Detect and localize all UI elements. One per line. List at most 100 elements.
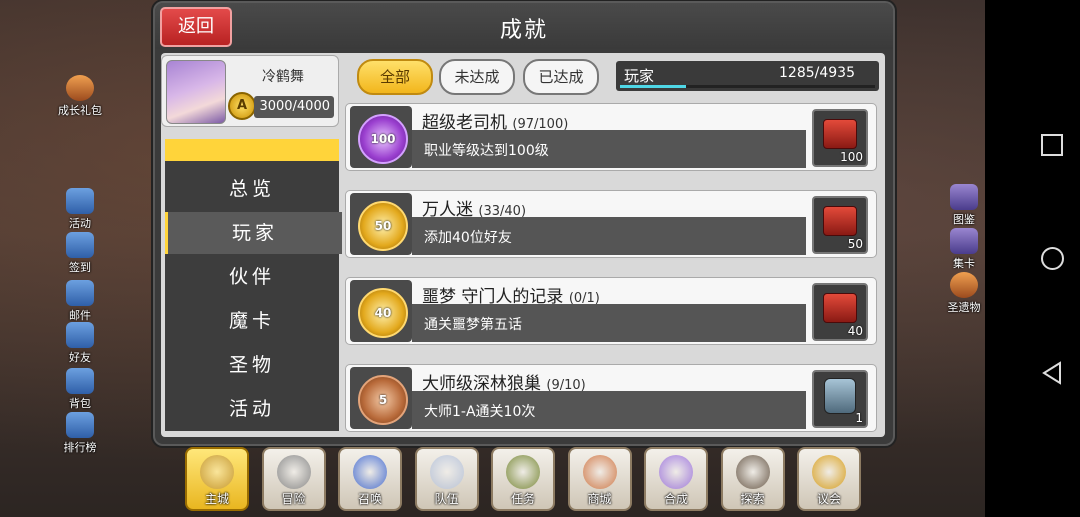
nav-shop-button[interactable]: 商城	[567, 447, 632, 511]
nav-council-button[interactable]: 议会	[797, 447, 861, 511]
synthesis-icon	[659, 455, 693, 489]
council-icon	[812, 455, 846, 489]
chest-icon	[823, 206, 857, 236]
achievement-row[interactable]: 5 大师级深林狼巢 (9/10) 大师1-A通关10次 1	[345, 364, 877, 432]
menu-item[interactable]: 活动	[165, 388, 339, 430]
reward-slot[interactable]: 100	[812, 109, 868, 167]
category-menu: 总览 玩家 伙伴 魔卡 圣物 活动	[165, 139, 342, 431]
side-codex-button[interactable]: 图鉴	[936, 184, 992, 227]
nav-team-button[interactable]: 队伍	[414, 447, 479, 511]
progress-label: 玩家	[624, 67, 655, 85]
medal-icon: 40	[350, 280, 412, 342]
side-label: 背包	[69, 397, 91, 410]
shop-icon	[582, 455, 617, 489]
side-relic-button[interactable]: 圣遗物	[936, 272, 992, 315]
avatar[interactable]	[166, 60, 226, 124]
medal-icon: 50	[350, 193, 412, 255]
nav-label: 探索	[740, 492, 765, 506]
card-icon	[950, 228, 978, 254]
reward-slot[interactable]: 40	[812, 283, 868, 341]
reward-quantity: 40	[847, 324, 863, 338]
bottom-nav: 主城 冒险 召唤 队伍 任务 商城 合成 探索 议会	[185, 447, 865, 511]
nav-explore-button[interactable]: 探索	[720, 447, 785, 511]
progress-track	[620, 85, 875, 88]
main-city-icon	[200, 455, 234, 489]
achievement-description: 大师1-A通关10次	[424, 404, 536, 420]
medal-level: 50	[358, 201, 408, 251]
medal-level: 40	[358, 288, 408, 338]
progress-value: 1285/4935	[779, 65, 855, 81]
achievement-desc-bar: 添加40位好友	[412, 217, 806, 255]
reward-quantity: 1	[855, 411, 863, 425]
gift-icon	[66, 75, 94, 101]
nav-label: 议会	[816, 492, 841, 506]
menu-item[interactable]: 伙伴	[165, 256, 339, 298]
achievement-desc-bar: 大师1-A通关10次	[412, 391, 806, 429]
menu-item[interactable]: 圣物	[165, 344, 339, 386]
side-label: 图鉴	[953, 213, 975, 226]
nav-adventure-button[interactable]: 冒险	[261, 447, 326, 511]
nav-summon-button[interactable]: 召唤	[338, 447, 402, 511]
nav-quest-button[interactable]: 任务	[491, 447, 555, 511]
quest-icon	[506, 455, 540, 489]
filter-button[interactable]: 全部	[357, 59, 433, 95]
side-growth-gift-button[interactable]: 成长礼包	[52, 75, 108, 118]
side-label: 排行榜	[63, 441, 97, 454]
achievement-row[interactable]: 50 万人迷 (33/40) 添加40位好友 50	[345, 190, 877, 258]
nav-label: 召唤	[357, 492, 382, 506]
medal-level: 5	[358, 375, 408, 425]
category-progress: 玩家 1285/4935	[616, 61, 879, 91]
achievement-list[interactable]: 100 超级老司机 (97/100) 职业等级达到100级 100 50 万人迷 (33/…	[345, 103, 881, 435]
home-button[interactable]	[1035, 241, 1069, 275]
panel-content: 冷鹤舞 A 3000/4000 总览 玩家 伙伴 魔卡 圣物 活动 全部 未达成 已达成 玩家…	[161, 53, 885, 437]
relic-icon	[950, 272, 978, 298]
side-label: 活动	[69, 217, 91, 230]
nav-main-city-button[interactable]: 主城	[185, 447, 249, 511]
nav-label: 合成	[663, 492, 688, 506]
filter-button[interactable]: 已达成	[523, 59, 599, 95]
friends-icon	[66, 322, 94, 348]
side-events-button[interactable]: 活动	[52, 188, 108, 231]
side-ranking-button[interactable]: 排行榜	[52, 412, 108, 455]
reward-slot[interactable]: 1	[812, 370, 868, 428]
backpack-icon	[66, 368, 94, 394]
chest-icon	[823, 119, 857, 149]
achievement-description: 通关噩梦第五话	[424, 317, 522, 333]
adventure-icon	[276, 455, 311, 489]
side-backpack-button[interactable]: 背包	[52, 368, 108, 411]
achievement-row[interactable]: 40 噩梦 守门人的记录 (0/1) 通关噩梦第五话 40	[345, 277, 877, 345]
side-checkin-button[interactable]: 签到	[52, 232, 108, 275]
achievement-row[interactable]: 100 超级老司机 (97/100) 职业等级达到100级 100	[345, 103, 877, 171]
side-label: 邮件	[69, 309, 91, 322]
recent-apps-button[interactable]	[1035, 127, 1069, 161]
team-icon	[429, 455, 464, 489]
filter-button[interactable]: 未达成	[439, 59, 515, 95]
reward-slot[interactable]: 50	[812, 196, 868, 254]
summon-icon	[353, 455, 387, 489]
player-name: 冷鹤舞	[262, 69, 304, 85]
achievement-panel: 成就 返回 冷鹤舞 A 3000/4000 总览 玩家 伙伴 魔卡 圣物 活动 全部 未达成…	[153, 1, 895, 446]
ranking-icon	[66, 412, 94, 438]
progress-fill	[620, 85, 687, 88]
nav-label: 任务	[510, 492, 535, 506]
menu-item[interactable]: 玩家	[165, 212, 342, 254]
nav-label: 冒险	[281, 492, 306, 506]
book-icon	[950, 184, 978, 210]
back-nav-button[interactable]	[1035, 356, 1069, 390]
event-icon	[66, 188, 94, 214]
reward-quantity: 50	[847, 237, 863, 251]
side-card-collect-button[interactable]: 集卡	[936, 228, 992, 271]
back-button[interactable]: 返回	[160, 7, 232, 47]
medal-level: 100	[358, 114, 408, 164]
achievement-points: 3000/4000	[254, 96, 334, 118]
side-mail-button[interactable]: 邮件	[52, 280, 108, 323]
menu-item[interactable]: 总览	[165, 168, 339, 210]
side-label: 圣遗物	[947, 301, 981, 314]
jar-icon	[824, 378, 856, 414]
nav-synthesis-button[interactable]: 合成	[644, 447, 708, 511]
reward-quantity: 100	[840, 150, 863, 164]
menu-item[interactable]: 魔卡	[165, 300, 339, 342]
side-friends-button[interactable]: 好友	[52, 322, 108, 365]
mail-icon	[66, 280, 94, 306]
checkin-icon	[66, 232, 94, 258]
